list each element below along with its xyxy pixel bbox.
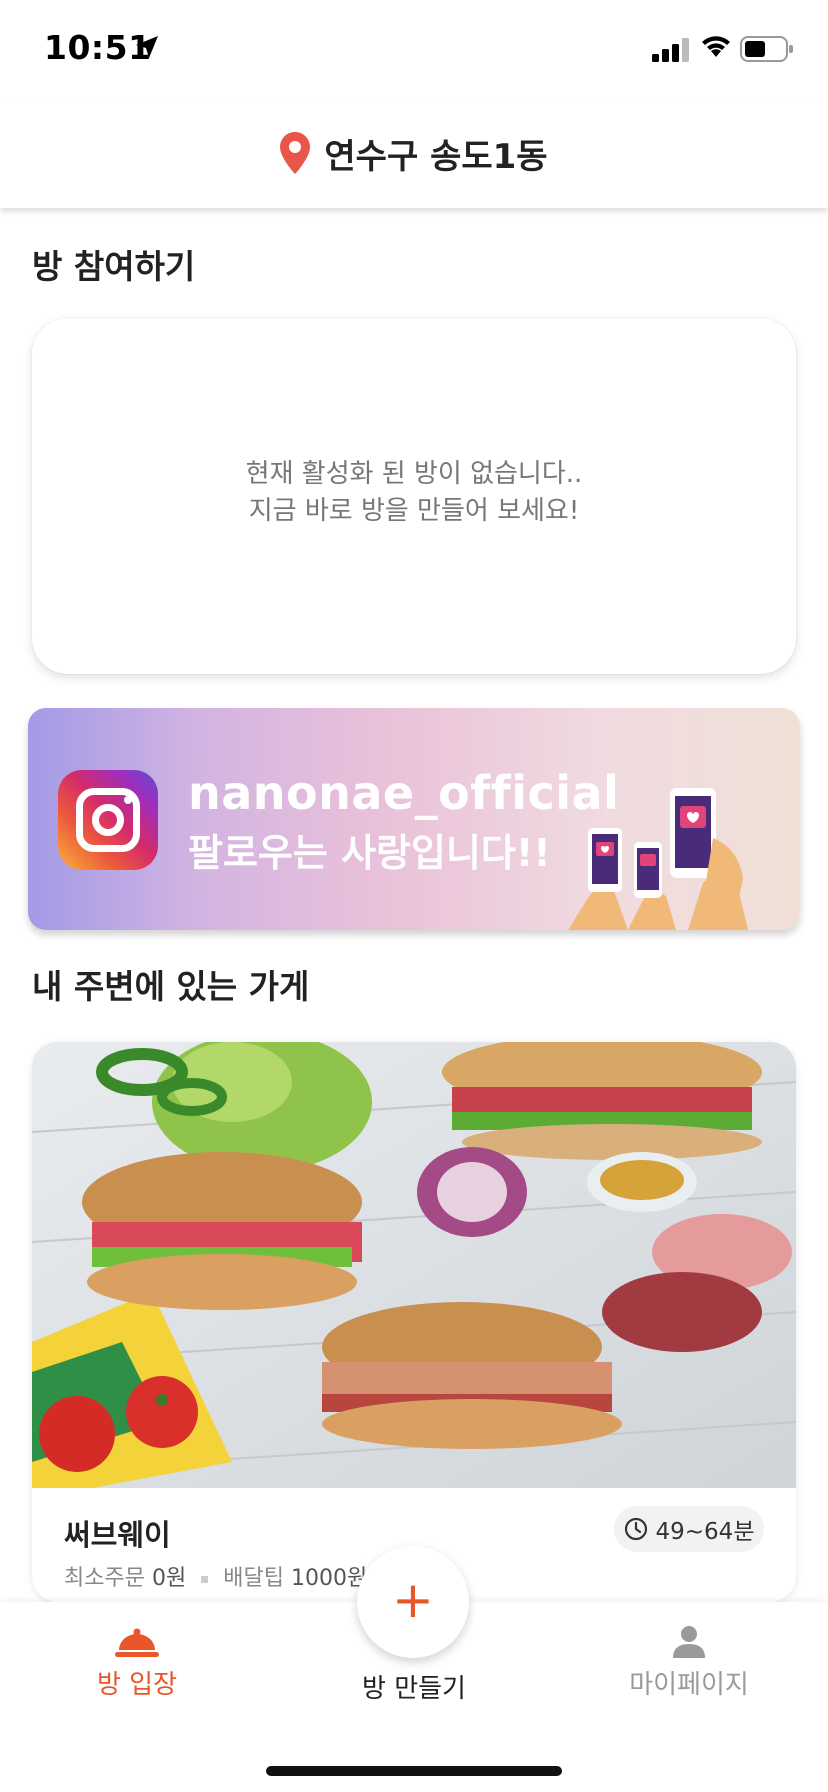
location-header[interactable]: 연수구 송도1동: [0, 100, 828, 208]
status-bar: 10:51: [0, 0, 828, 100]
join-section-title: 방 참여하기: [32, 247, 196, 286]
min-order-value: 0원: [151, 1566, 187, 1591]
meta-separator: [201, 1575, 209, 1583]
location-arrow-icon: [136, 36, 158, 58]
tab-enter-room-label: 방 입장: [96, 1670, 178, 1700]
create-room-button[interactable]: +: [357, 1546, 469, 1658]
delivery-tip-value: 1000원: [290, 1566, 368, 1591]
instagram-icon: [58, 770, 158, 870]
store-name: 써브웨이: [64, 1518, 171, 1552]
store-meta: 최소주문 0원 배달팁 1000원: [64, 1560, 367, 1592]
home-indicator[interactable]: [266, 1766, 562, 1776]
tab-mypage-label: 마이페이지: [629, 1670, 749, 1700]
empty-line-2: 지금 바로 방을 만들어 보세요!: [248, 496, 580, 526]
banner-account: nanonae_official: [188, 766, 620, 820]
store-image: [32, 1042, 796, 1488]
delivery-tip-label: 배달팁: [223, 1566, 284, 1591]
person-icon: [673, 1626, 705, 1658]
empty-line-1: 현재 활성화 된 방이 없습니다..: [245, 459, 583, 489]
empty-rooms-message: 현재 활성화 된 방이 없습니다.. 지금 바로 방을 만들어 보세요!: [32, 456, 796, 530]
wifi-icon: [702, 36, 730, 57]
battery-icon: [740, 36, 793, 62]
instagram-banner[interactable]: nanonae_official 팔로우는 사랑입니다!!: [28, 708, 800, 930]
min-order-label: 최소주문: [64, 1566, 145, 1591]
nearby-section-title: 내 주변에 있는 가게: [32, 967, 310, 1006]
tab-mypage[interactable]: 마이페이지: [589, 1602, 789, 1701]
empty-rooms-card: 현재 활성화 된 방이 없습니다.. 지금 바로 방을 만들어 보세요!: [32, 318, 796, 674]
map-pin-icon: [280, 132, 311, 174]
current-location[interactable]: 연수구 송도1동: [324, 129, 547, 178]
store-card[interactable]: 써브웨이 49~64분 최소주문 0원 배달팁 1000원: [32, 1042, 796, 1602]
cellular-signal-icon: [652, 38, 689, 62]
delivery-time: 49~64분: [655, 1519, 755, 1545]
plus-icon: +: [392, 1571, 434, 1629]
banner-slogan: 팔로우는 사랑입니다!!: [188, 831, 551, 875]
create-room-label[interactable]: 방 만들기: [314, 1668, 514, 1705]
cloche-icon: [115, 1628, 159, 1657]
delivery-time-chip: 49~64분: [614, 1506, 764, 1552]
clock-icon: [624, 1517, 647, 1541]
tab-enter-room[interactable]: 방 입장: [37, 1602, 237, 1701]
phones-illustration: [568, 788, 748, 930]
